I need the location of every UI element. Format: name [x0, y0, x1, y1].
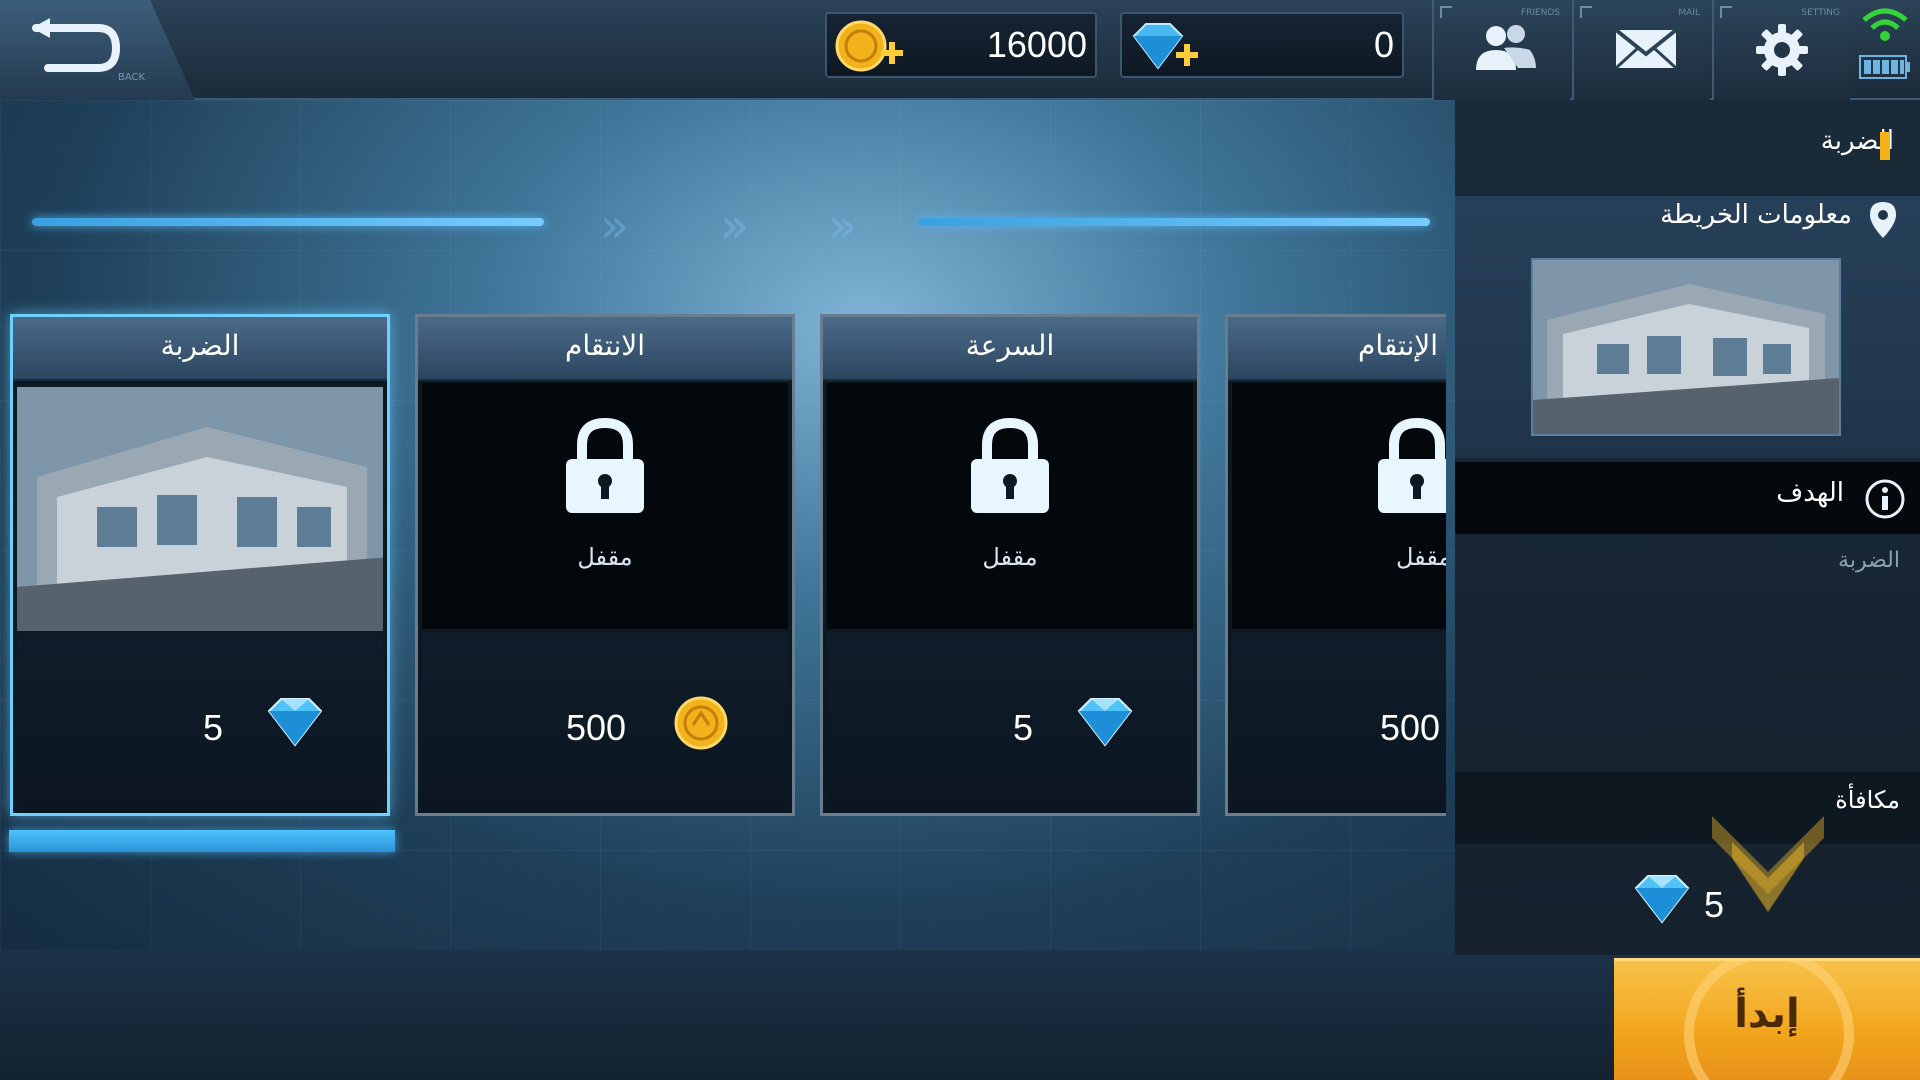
lock-icon	[566, 417, 644, 513]
selected-indicator-bar	[9, 830, 395, 852]
corner-decoration	[1580, 6, 1592, 18]
corner-decoration	[1720, 6, 1732, 18]
diamond-icon	[267, 698, 323, 747]
gold-coin-plus-icon	[835, 20, 903, 72]
info-icon[interactable]	[1864, 478, 1906, 520]
mail-icon	[1614, 28, 1678, 70]
diamond-balance[interactable]: 0	[1120, 12, 1404, 78]
mode-card-list: الضربة 5 الانتقام مقفل 500 السرعة مقفل 5…	[0, 300, 1446, 860]
progress-line-left	[32, 218, 544, 226]
chevron-decoration: »	[828, 198, 858, 254]
settings-button[interactable]: SETTING	[1712, 0, 1850, 100]
card-header: الإنتقام	[1228, 317, 1446, 381]
card-footer	[17, 633, 383, 813]
goal-description: الضربة	[1838, 548, 1900, 573]
back-hint-text: BACK	[118, 72, 146, 83]
card-footer	[827, 633, 1193, 813]
diamond-amount: 0	[1373, 24, 1394, 65]
locked-label: مقفل	[577, 543, 633, 571]
locked-label: مقفل	[982, 543, 1038, 571]
mode-card-revenge[interactable]: الانتقام مقفل 500	[415, 314, 795, 816]
locked-label: مقفل	[1396, 543, 1446, 571]
card-header: السرعة	[823, 317, 1197, 381]
wifi-icon	[1862, 8, 1908, 41]
goal-section	[1455, 462, 1920, 534]
reward-label: مكافأة	[1835, 786, 1900, 814]
mode-card-speed[interactable]: السرعة مقفل 5	[820, 314, 1200, 816]
card-title: الانتقام	[564, 329, 646, 362]
start-button[interactable]: إبدأ	[1614, 958, 1920, 1080]
corner-decoration	[1440, 6, 1452, 18]
rank-chevron-emblem	[1712, 816, 1824, 912]
lock-wrapper	[823, 417, 1197, 521]
mode-card-revenge-2[interactable]: الإنتقام مقفل 500	[1225, 314, 1446, 816]
card-price: 500	[1380, 707, 1441, 748]
chevron-decoration: »	[600, 198, 630, 254]
mail-button[interactable]: MAIL	[1572, 0, 1710, 100]
card-price: 5	[203, 707, 224, 748]
diamond-icon	[1077, 698, 1133, 747]
back-arrow-icon	[32, 18, 121, 72]
gold-amount: 16000	[986, 24, 1087, 65]
start-button-label: إبدأ	[1734, 991, 1800, 1037]
map-thumbnail	[17, 387, 383, 631]
gold-coin-icon	[674, 696, 728, 750]
card-title: الإنتقام	[1358, 329, 1439, 362]
card-header: الضربة	[13, 317, 387, 381]
card-price: 5	[1013, 707, 1034, 748]
goal-label: الهدف	[1776, 478, 1844, 508]
card-header: الانتقام	[418, 317, 792, 381]
reward-amount: 5	[1704, 884, 1725, 925]
friends-tiny-label: FRIENDS	[1520, 8, 1560, 18]
facility-map-image	[17, 387, 383, 631]
map-info-label: معلومات الخريطة	[1660, 200, 1852, 230]
map-preview	[1531, 258, 1841, 436]
lock-icon	[1378, 417, 1446, 513]
gear-icon	[1756, 24, 1808, 76]
lock-wrapper	[1228, 417, 1446, 521]
card-title: الضربة	[160, 329, 240, 362]
lock-wrapper	[418, 417, 792, 521]
lock-icon	[971, 417, 1049, 513]
diamond-icon	[1634, 875, 1690, 924]
map-pin-icon	[1870, 202, 1896, 238]
battery-icon	[1859, 55, 1910, 79]
mode-card-strike[interactable]: الضربة 5	[10, 314, 390, 816]
gold-balance[interactable]: 16000	[825, 12, 1097, 78]
mail-tiny-label: MAIL	[1678, 8, 1700, 18]
settings-tiny-label: SETTING	[1801, 8, 1840, 18]
card-title: السرعة	[965, 329, 1055, 362]
progress-line-right	[918, 218, 1430, 226]
back-button[interactable]: BACK	[0, 0, 195, 100]
top-bar: BACK 16000 0 FRIENDS MAIL SETTING	[0, 0, 1920, 100]
friends-icon	[1476, 25, 1536, 70]
facility-map-image	[1533, 260, 1839, 434]
card-price: 500	[566, 707, 627, 748]
chevron-decoration: »	[720, 198, 750, 254]
mode-title-accent	[1880, 132, 1890, 160]
diamond-plus-icon	[1132, 23, 1198, 70]
friends-button[interactable]: FRIENDS	[1432, 0, 1570, 100]
device-status	[1850, 8, 1920, 92]
